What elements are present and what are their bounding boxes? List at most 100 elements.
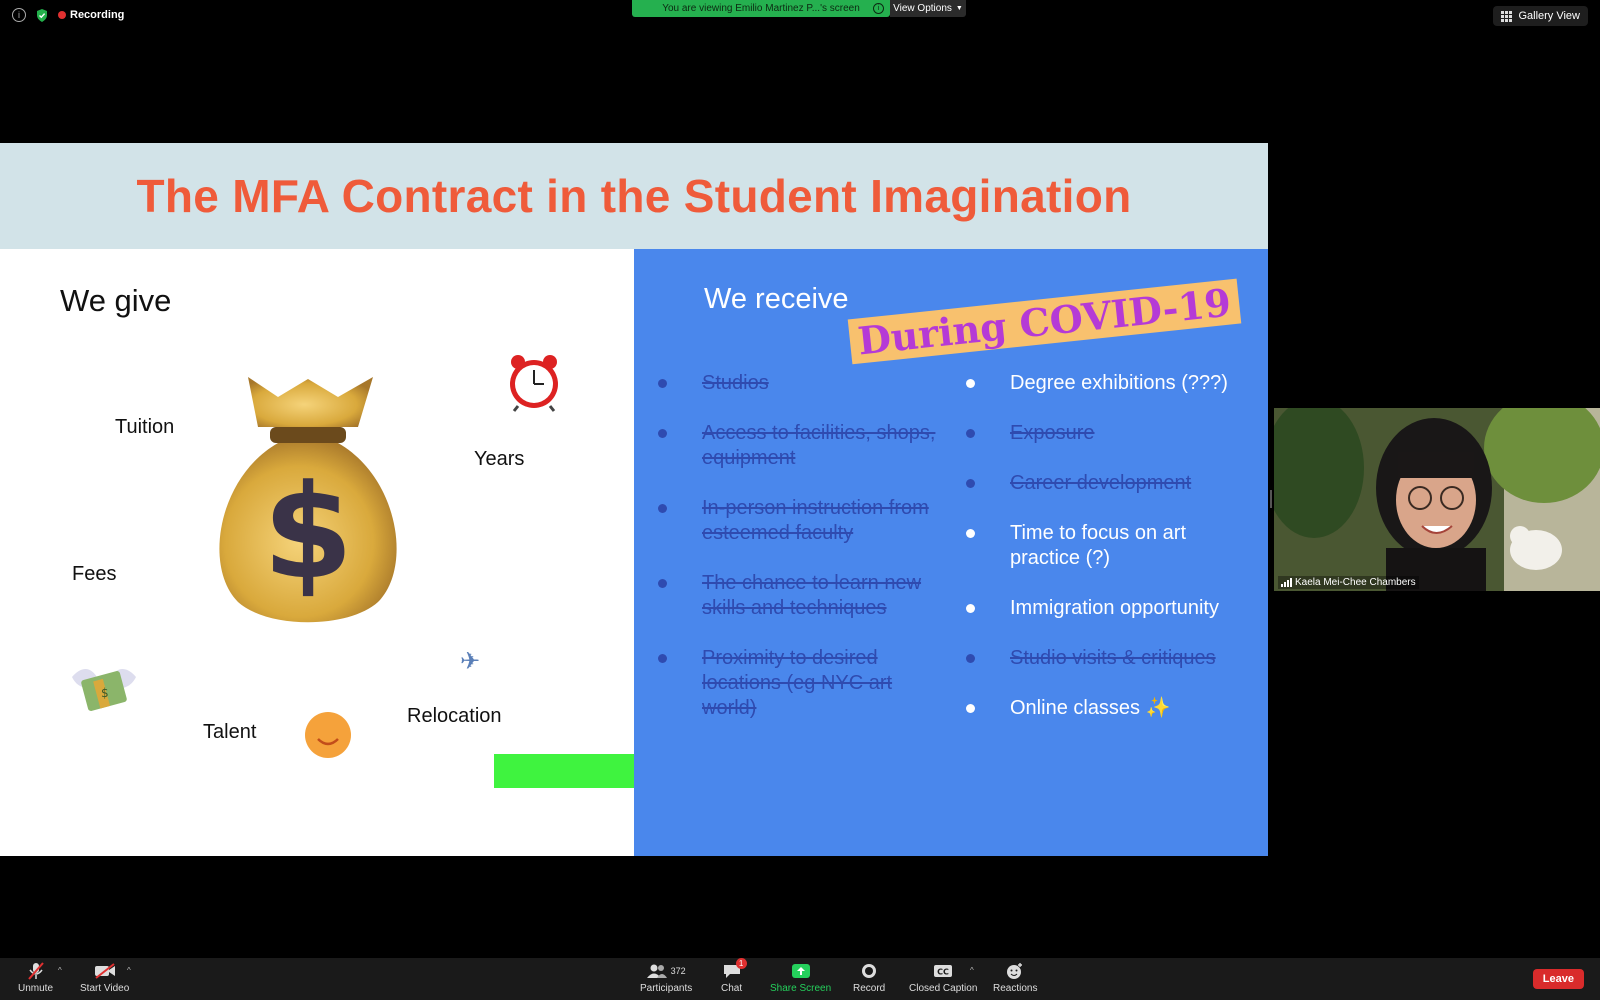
- bullet-icon: [658, 504, 667, 513]
- audio-options-caret-icon[interactable]: ^: [58, 966, 62, 975]
- caption-options-caret-icon[interactable]: ^: [970, 966, 974, 975]
- receive-item-text: The chance to learn new skills and techn…: [702, 572, 922, 619]
- bullet-icon: [966, 704, 975, 713]
- participant-video-image: [1274, 408, 1600, 591]
- participant-video-tile[interactable]: Kaela Mei-Chee Chambers: [1274, 408, 1600, 591]
- view-options-button[interactable]: View Options ▼: [890, 0, 966, 17]
- receive-list-item: Studios: [658, 371, 948, 396]
- receive-list-item: Proximity to desired locations (eg NYC a…: [658, 646, 948, 721]
- we-give-heading: We give: [60, 283, 172, 318]
- money-bag-icon: $: [208, 367, 408, 632]
- receive-item-text: In-person instruction from esteemed facu…: [702, 497, 929, 544]
- years-label: Years: [474, 448, 525, 470]
- participant-count: 372: [670, 966, 686, 976]
- during-covid-overlay: During COVID-19: [847, 278, 1242, 365]
- info-icon[interactable]: i: [873, 3, 884, 14]
- share-screen-label: Share Screen: [770, 983, 832, 994]
- panel-resize-handle[interactable]: [1270, 490, 1272, 508]
- meeting-toolbar: Unmute ^ Start Video ^ 372 Participants …: [0, 958, 1600, 1000]
- bullet-icon: [966, 529, 975, 538]
- leave-button[interactable]: Leave: [1532, 969, 1584, 989]
- closed-caption-label: Closed Caption: [909, 983, 978, 994]
- viewing-banner-text: You are viewing Emilio Martinez P...'s s…: [662, 3, 860, 14]
- receive-item-text: Studio visits & critiques: [1010, 647, 1216, 669]
- receive-item-text: Exposure: [1010, 422, 1095, 444]
- info-icon[interactable]: i: [12, 8, 26, 22]
- slide-title: The MFA Contract in the Student Imaginat…: [136, 170, 1132, 222]
- receive-list-item: Degree exhibitions (???): [966, 371, 1256, 396]
- shared-screen-slide: The MFA Contract in the Student Imaginat…: [0, 143, 1268, 856]
- svg-text:CC: CC: [937, 968, 949, 977]
- bullet-icon: [658, 429, 667, 438]
- bullet-icon: [966, 654, 975, 663]
- share-screen-button[interactable]: Share Screen: [770, 962, 831, 994]
- viewing-screen-banner: You are viewing Emilio Martinez P...'s s…: [632, 0, 890, 17]
- airplane-icon: ✈: [460, 648, 481, 675]
- shield-icon[interactable]: [36, 8, 48, 22]
- smiley-icon: [305, 712, 351, 758]
- gallery-view-label: Gallery View: [1518, 10, 1580, 22]
- talent-label: Talent: [203, 721, 257, 743]
- we-give-pane: We give Tuition Years Fees Talent Reloca…: [0, 249, 774, 856]
- video-off-icon: [94, 962, 116, 980]
- top-left-controls: i Recording: [12, 8, 124, 22]
- receive-list-left: Studios Access to facilities, shops, equi…: [658, 371, 948, 746]
- we-receive-heading: We receive: [704, 283, 849, 315]
- participants-button[interactable]: 372 Participants: [640, 962, 692, 994]
- chevron-down-icon: ▼: [955, 5, 963, 12]
- receive-item-text: Access to facilities, shops, equipment: [702, 422, 936, 469]
- record-button[interactable]: Record: [853, 962, 885, 994]
- start-video-button[interactable]: Start Video: [80, 962, 129, 994]
- receive-item-text: Career development: [1010, 472, 1192, 494]
- receive-item-text: Time to focus on art practice (?): [1010, 522, 1186, 569]
- slide-header: The MFA Contract in the Student Imaginat…: [0, 143, 1268, 249]
- participant-name-tag: Kaela Mei-Chee Chambers: [1278, 576, 1419, 589]
- receive-list-item: The chance to learn new skills and techn…: [658, 571, 948, 621]
- receive-item-text: Immigration opportunity: [1010, 597, 1219, 619]
- signal-strength-icon: [1281, 578, 1292, 587]
- alarm-clock-icon: [506, 354, 562, 417]
- receive-list-item: Exposure: [966, 421, 1256, 446]
- bullet-icon: [966, 479, 975, 488]
- receive-list-item: Career development: [966, 471, 1256, 496]
- closed-caption-button[interactable]: CC Closed Caption: [909, 962, 977, 994]
- receive-list-right: Degree exhibitions (???) Exposure Career d…: [966, 371, 1256, 746]
- bullet-icon: [966, 604, 975, 613]
- receive-list-item: Access to facilities, shops, equipment: [658, 421, 948, 471]
- receive-item-text: Studios: [702, 372, 769, 394]
- bullet-icon: [966, 429, 975, 438]
- recording-label: Recording: [70, 9, 125, 21]
- unmute-label: Unmute: [18, 983, 54, 994]
- relocation-label: Relocation: [407, 705, 502, 727]
- reactions-button[interactable]: Reactions: [993, 962, 1037, 994]
- bullet-icon: [966, 379, 975, 388]
- share-screen-icon: [791, 962, 811, 980]
- tuition-label: Tuition: [115, 416, 175, 438]
- record-label: Record: [853, 983, 886, 994]
- receive-list-item: Studio visits & critiques: [966, 646, 1256, 671]
- participant-name: Kaela Mei-Chee Chambers: [1295, 577, 1416, 588]
- record-icon: [861, 962, 877, 980]
- gallery-view-button[interactable]: Gallery View: [1493, 6, 1588, 26]
- recording-indicator[interactable]: Recording: [58, 9, 124, 21]
- unmute-button[interactable]: Unmute: [18, 962, 53, 994]
- bullet-icon: [658, 654, 667, 663]
- receive-list-item: Time to focus on art practice (?): [966, 521, 1256, 571]
- muted-microphone-icon: [26, 962, 46, 980]
- receive-list-item: Immigration opportunity: [966, 596, 1256, 621]
- receive-item-text: Online classes ✨: [1010, 697, 1171, 719]
- chat-label: Chat: [721, 983, 743, 994]
- participants-icon: 372: [646, 962, 686, 980]
- bullet-icon: [658, 579, 667, 588]
- video-options-caret-icon[interactable]: ^: [127, 966, 131, 975]
- svg-text:$: $: [263, 456, 353, 608]
- chat-button[interactable]: 1 Chat: [721, 958, 747, 994]
- view-options-label: View Options: [893, 3, 952, 14]
- money-with-wings-icon: $: [70, 657, 138, 722]
- receive-item-text: Degree exhibitions (???): [1010, 372, 1228, 394]
- participants-label: Participants: [640, 983, 693, 994]
- receive-list-item: Online classes ✨: [966, 696, 1256, 721]
- reactions-icon: [1006, 962, 1024, 980]
- grid-icon: [1501, 10, 1513, 22]
- fees-label: Fees: [72, 563, 117, 585]
